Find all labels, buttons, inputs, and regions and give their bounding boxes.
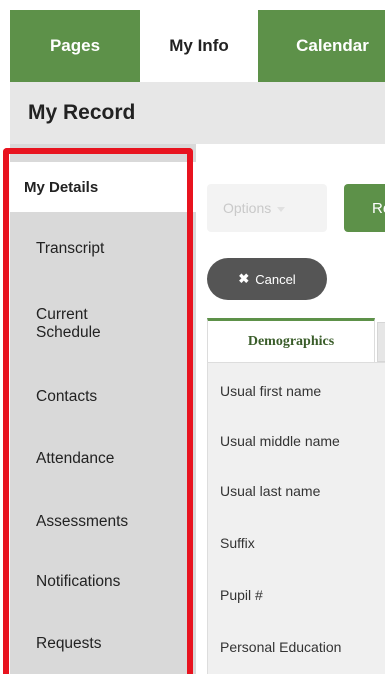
- sidebar-item-notifications[interactable]: Notifications: [10, 562, 196, 602]
- sidebar-item-requests[interactable]: Requests: [10, 624, 196, 664]
- field-label-pupil-number: Pupil #: [220, 587, 263, 603]
- record-header: My Record: [10, 82, 385, 144]
- chevron-down-icon: [277, 206, 286, 212]
- tab-my-info[interactable]: My Info: [140, 10, 258, 82]
- fields-panel: Usual first name Usual middle name Usual…: [207, 362, 385, 674]
- field-label-last-name: Usual last name: [220, 483, 321, 499]
- detail-tabs: Demographics: [207, 318, 385, 362]
- tab-calendar[interactable]: Calendar: [258, 10, 385, 82]
- top-navigation: Pages My Info Calendar: [0, 0, 385, 82]
- field-label-middle-name: Usual middle name: [220, 433, 340, 449]
- field-label-suffix: Suffix: [220, 535, 255, 551]
- tab-pages[interactable]: Pages: [10, 10, 140, 82]
- sidebar-item-attendance[interactable]: Attendance: [10, 439, 196, 479]
- re-button[interactable]: Re: [344, 184, 385, 232]
- sidebar-item-transcript[interactable]: Transcript: [10, 229, 196, 269]
- sidebar: My Details Transcript Current Schedule C…: [10, 144, 196, 674]
- tab-demographics[interactable]: Demographics: [207, 318, 375, 362]
- sidebar-item-assessments[interactable]: Assessments: [10, 502, 196, 542]
- sidebar-item-my-details[interactable]: My Details: [10, 162, 196, 212]
- close-icon: ✖: [238, 271, 250, 286]
- cancel-button[interactable]: ✖ Cancel: [207, 258, 327, 300]
- tab-next[interactable]: [377, 322, 385, 362]
- sidebar-item-current-schedule[interactable]: Current Schedule: [10, 294, 196, 354]
- page-title: My Record: [28, 101, 136, 124]
- field-label-personal-education: Personal Education: [220, 639, 342, 655]
- options-button[interactable]: Options: [207, 184, 327, 232]
- cancel-label: Cancel: [255, 271, 296, 287]
- sidebar-item-contacts[interactable]: Contacts: [10, 377, 196, 417]
- field-label-first-name: Usual first name: [220, 383, 322, 399]
- options-label: Options: [223, 200, 272, 216]
